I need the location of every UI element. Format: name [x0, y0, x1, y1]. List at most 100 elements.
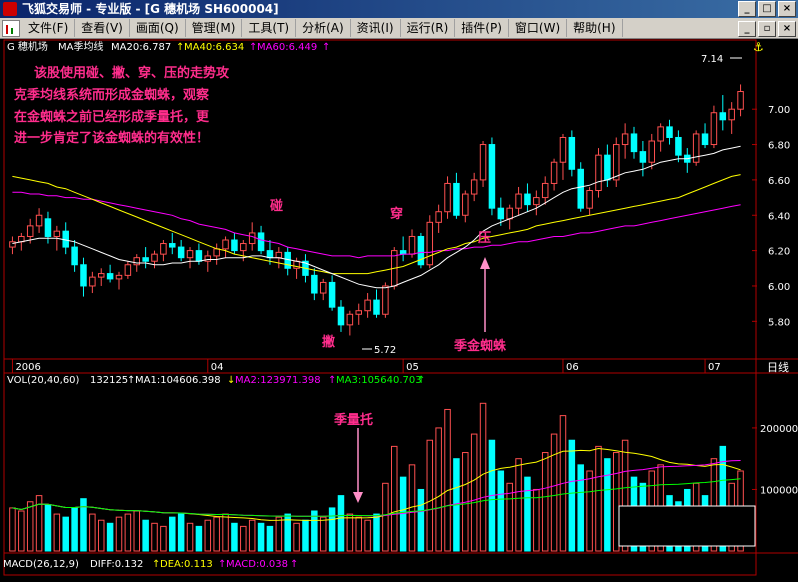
volume-bar: [62, 516, 69, 552]
candle-body: [248, 232, 256, 245]
child-close-button[interactable]: ×: [778, 21, 796, 37]
volume-bar: [53, 513, 61, 552]
volume-bar: [311, 510, 318, 552]
menu-item[interactable]: 资讯(I): [351, 19, 401, 37]
volume-bar: [186, 522, 194, 552]
annotation-line: 该股使用碰、撇、穿、压的走势攻: [34, 65, 230, 81]
candle-body: [89, 276, 96, 287]
date-tick-label: 04: [211, 362, 224, 373]
candle-body: [506, 207, 513, 220]
vol-tick-label: 100000: [760, 485, 798, 496]
menu-item[interactable]: 文件(F): [22, 19, 76, 37]
volume-bar: [577, 464, 584, 552]
candle-body: [35, 214, 43, 227]
candle-body: [44, 218, 52, 237]
maximize-button[interactable]: □: [758, 1, 776, 17]
date-tick-label: 05: [406, 362, 419, 373]
candle-body: [479, 144, 487, 181]
volume-bar: [71, 507, 78, 552]
candle-body: [666, 126, 673, 138]
candle-body: [169, 243, 176, 248]
candle-body: [719, 112, 727, 121]
volume-bar: [257, 522, 265, 552]
candle-body: [586, 190, 593, 209]
candle-body: [337, 306, 345, 326]
candle-body: [26, 225, 34, 237]
menu-item[interactable]: 插件(P): [455, 19, 509, 37]
macd-dea: DEA:0.113: [160, 559, 213, 570]
candle-body: [257, 232, 265, 252]
price-tick-label: 6.20: [768, 247, 790, 258]
volume-bar: [355, 516, 362, 552]
candle-body: [701, 133, 709, 146]
candle-body: [177, 246, 185, 259]
price-tick-label: 6.80: [768, 141, 790, 152]
volume-header: VOL(20,40,60) 132125 ↑ MA1:104606.398 ↓ …: [7, 375, 425, 386]
volume-bar: [586, 470, 593, 552]
volume-bar: [26, 501, 34, 552]
info-box[interactable]: [618, 505, 756, 547]
menu-item[interactable]: 窗口(W): [509, 19, 568, 37]
chart-area[interactable]: G 穗机场 MA季均线 MA20:6.787 ↑ MA40:6.634 ↑ MA…: [0, 39, 798, 578]
menu-bar: 文件(F) 查看(V) 画面(Q) 管理(M) 工具(T) 分析(A) 资讯(I) 运行(R)…: [0, 18, 798, 39]
volume-bar: [115, 516, 123, 552]
chart-app-icon[interactable]: [2, 20, 20, 37]
candle-body: [612, 144, 620, 181]
vol-value: 132125: [90, 375, 128, 386]
label-chuan: 穿: [390, 206, 403, 222]
ma20-value: MA20:6.787: [111, 42, 171, 53]
label-peng: 碰: [270, 198, 283, 214]
candle-body: [115, 274, 123, 280]
volume-bar: [160, 525, 167, 552]
candle-body: [728, 108, 735, 121]
candle-body: [9, 241, 16, 248]
menu-item[interactable]: 画面(Q): [130, 19, 186, 37]
volume-bar: [106, 522, 114, 552]
candle-body: [346, 313, 354, 326]
menu-item[interactable]: 管理(M): [186, 19, 243, 37]
volume-bar: [346, 513, 354, 552]
volume-bar: [497, 470, 505, 552]
volume-bar: [231, 522, 238, 552]
candle-body: [648, 140, 656, 163]
date-tick-label: 2006: [15, 362, 40, 373]
candle-body: [453, 182, 460, 216]
volume-bar: [222, 513, 229, 552]
candle-body: [266, 250, 274, 259]
menu-item[interactable]: 帮助(H): [567, 19, 623, 37]
candle-body: [133, 257, 141, 266]
volume-bar: [417, 488, 425, 552]
date-tick-label: 07: [708, 362, 721, 373]
menu-item[interactable]: 查看(V): [75, 19, 130, 37]
anchor-icon[interactable]: ⚓: [753, 40, 764, 54]
low-price-label: 5.72: [374, 345, 396, 356]
candle-body: [71, 246, 78, 266]
volume-bar: [612, 452, 620, 552]
volume-bar: [151, 522, 158, 552]
menu-item[interactable]: 分析(A): [296, 19, 351, 37]
volume-bar: [444, 408, 451, 552]
close-button[interactable]: ×: [778, 1, 796, 17]
candle-body: [319, 281, 327, 294]
candle-body: [488, 144, 496, 209]
child-restore-button[interactable]: ▫: [758, 21, 776, 37]
volume-bar: [44, 504, 52, 552]
window-title: 飞狐交易师 - 专业版 - [G 穗机场 SH600004]: [22, 2, 279, 16]
period-label[interactable]: 日线: [767, 360, 789, 374]
title-bar: 飞狐交易师 - 专业版 - [G 穗机场 SH600004] _ □ ×: [0, 0, 798, 18]
volume-bar: [89, 513, 96, 552]
candle-body: [630, 133, 638, 153]
candle-body: [426, 221, 434, 266]
volume-bar: [169, 516, 176, 552]
vol-name: VOL(20,40,60): [7, 375, 80, 386]
candle-body: [541, 182, 549, 199]
high-price-label: 7.14: [701, 54, 723, 65]
menu-item[interactable]: 运行(R): [401, 19, 456, 37]
menu-item[interactable]: 工具(T): [242, 19, 297, 37]
volume-bar: [435, 427, 442, 552]
child-minimize-button[interactable]: _: [738, 21, 756, 37]
candle-body: [213, 248, 220, 257]
ma40-value: MA40:6.634: [184, 42, 244, 53]
minimize-button[interactable]: _: [738, 1, 756, 17]
label-jiliangtuo: 季量托: [333, 412, 373, 428]
